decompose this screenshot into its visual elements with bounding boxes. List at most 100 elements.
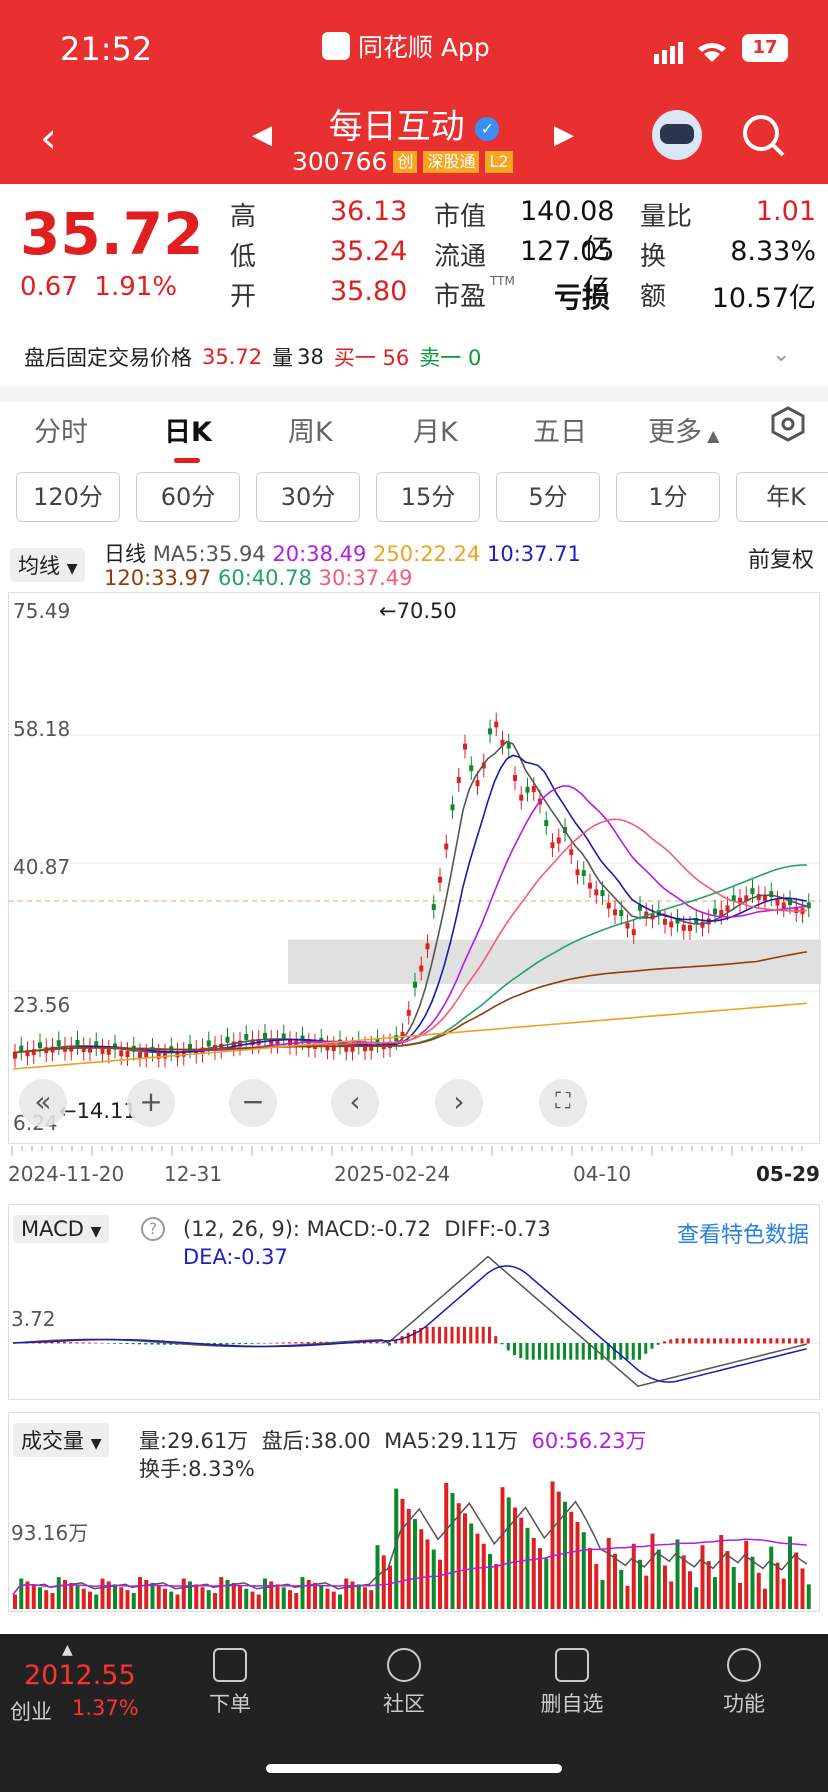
macd-bar	[575, 1343, 579, 1360]
tab-more[interactable]: 更多 ▲	[648, 410, 719, 449]
kline-chart-box[interactable]: 75.49 58.18 40.87 23.56 6.24 ←70.50 ←14.…	[8, 592, 821, 1144]
volume-bar	[413, 1519, 417, 1609]
quote-value: 36.13	[330, 196, 408, 227]
candle-body	[138, 1052, 142, 1059]
ma5-label: MA5:35.94	[152, 542, 266, 566]
candle-body	[444, 843, 449, 850]
period-year[interactable]: 年K	[736, 472, 828, 522]
period-120m[interactable]: 120分	[16, 472, 120, 522]
volume-bar	[300, 1577, 305, 1609]
ma120-label: 120:33.97	[104, 566, 212, 590]
nav-remove-watch[interactable]: 删自选	[522, 1648, 622, 1718]
next-stock-icon[interactable]: ▶	[554, 120, 574, 150]
settings-hexagon-icon[interactable]	[770, 406, 806, 449]
kline-svg	[9, 712, 821, 1070]
price-change: 0.67 1.91%	[20, 272, 177, 302]
after-market-row[interactable]: 盘后固定交易价格 35.72 量 38 买一 56 卖一 0 ⌄	[0, 326, 828, 388]
macd-bar	[438, 1326, 441, 1344]
volume-bar	[744, 1540, 749, 1609]
volume-panel[interactable]: 成交量 ▼ 量:29.61万 盘后:38.00 MA5:29.11万 60:56…	[8, 1412, 820, 1612]
volume-ma60: 60:56.23万	[531, 1429, 647, 1453]
macd-bar	[669, 1339, 673, 1344]
volume-bar	[769, 1546, 774, 1609]
tab-yuek[interactable]: 月K	[413, 410, 458, 449]
macd-bar	[744, 1338, 748, 1344]
macd-panel[interactable]: MACD ▼ ? (12, 26, 9): MACD:-0.72 DIFF:-0…	[8, 1204, 821, 1400]
adjust-mode[interactable]: 前复权	[748, 542, 814, 574]
quote-label: 高	[230, 202, 257, 232]
tab-wuri[interactable]: 五日	[533, 410, 587, 449]
candle-body	[663, 918, 667, 925]
volume-bar	[381, 1555, 386, 1609]
kline-y-label: 23.56	[13, 993, 71, 1017]
zoom-minus-icon[interactable]: −	[229, 1079, 277, 1127]
tab-zhouk[interactable]: 周K	[288, 410, 333, 449]
volume-bar	[294, 1593, 299, 1609]
candle-body	[244, 1033, 249, 1040]
candle-body	[56, 1040, 61, 1047]
volume-bar	[113, 1584, 117, 1609]
period-5m[interactable]: 5分	[496, 472, 600, 522]
candle-body	[750, 888, 755, 895]
volume-bar	[313, 1582, 317, 1609]
kline-y-label: 58.18	[13, 717, 71, 741]
nav-community[interactable]: 社区	[354, 1648, 454, 1718]
period-1m[interactable]: 1分	[616, 472, 720, 522]
index-value[interactable]: 2012.55	[24, 1660, 136, 1691]
scroll-left-icon[interactable]: ‹	[331, 1079, 379, 1127]
scroll-right-icon[interactable]: ›	[435, 1079, 483, 1127]
volume-bar	[319, 1585, 324, 1609]
tab-fenshi[interactable]: 分时	[34, 410, 88, 449]
candle-body	[469, 765, 474, 772]
feature-data-link[interactable]: 查看特色数据	[677, 1217, 809, 1249]
macd-bar	[425, 1326, 429, 1344]
candle-body	[594, 889, 599, 896]
volume-bar	[181, 1578, 186, 1609]
date-axis: 2024-11-20 12-31 2025-02-24 04-10 05-29	[8, 1144, 820, 1194]
app-indicator: 同花顺 App	[322, 28, 490, 64]
macd-bar	[431, 1326, 435, 1344]
zoom-out-all-icon[interactable]: «	[19, 1079, 67, 1127]
robot-assistant-icon[interactable]	[652, 110, 702, 160]
period-60m[interactable]: 60分	[136, 472, 240, 522]
macd-bar	[81, 1342, 85, 1344]
volume-bar	[519, 1517, 524, 1609]
volume-bar	[644, 1575, 649, 1609]
nav-function[interactable]: 功能	[694, 1648, 794, 1718]
macd-bar	[63, 1342, 66, 1344]
nav-order[interactable]: 下单	[180, 1648, 280, 1718]
candle-body	[406, 1009, 411, 1016]
volume-bar	[431, 1549, 436, 1609]
volume-bar	[625, 1585, 630, 1609]
index-pct: 1.37%	[72, 1696, 139, 1720]
macd-select[interactable]: MACD ▼	[13, 1215, 110, 1243]
macd-bar	[375, 1341, 379, 1344]
ma-legend-row2: 120:33.97 60:40.78 30:37.49	[104, 566, 413, 590]
period-30m[interactable]: 30分	[256, 472, 360, 522]
candle-body	[556, 837, 561, 844]
volume-select[interactable]: 成交量 ▼	[13, 1423, 110, 1457]
volume-y-label: 93.16万	[11, 1521, 89, 1545]
tab-rik[interactable]: 日K	[164, 410, 212, 449]
help-icon[interactable]: ?	[141, 1217, 165, 1241]
candle-body	[613, 909, 617, 916]
volume-bar	[356, 1584, 361, 1609]
fullscreen-icon[interactable]: ⛶	[539, 1079, 587, 1127]
ma60-label: 60:40.78	[217, 566, 312, 590]
quote-label: 换	[640, 242, 667, 272]
indicator-select[interactable]: 均线 ▼	[10, 548, 86, 582]
volume-bar	[756, 1572, 761, 1609]
expand-chevron-icon[interactable]: ⌄	[772, 342, 790, 367]
volume-bar	[725, 1551, 730, 1609]
period-15m[interactable]: 15分	[376, 472, 480, 522]
candle-body	[525, 786, 530, 793]
candle-body	[781, 902, 786, 909]
macd-bar	[231, 1343, 235, 1345]
macd-bar	[806, 1338, 810, 1344]
ma10-label: 10:37.71	[487, 542, 581, 566]
verified-icon: ✓	[475, 116, 500, 141]
volume-bar	[100, 1578, 105, 1609]
volume-values: 量:29.61万 盘后:38.00 MA5:29.11万 60:56.23万	[139, 1425, 646, 1455]
search-icon[interactable]	[742, 114, 786, 162]
zoom-in-icon[interactable]: +	[127, 1079, 175, 1127]
